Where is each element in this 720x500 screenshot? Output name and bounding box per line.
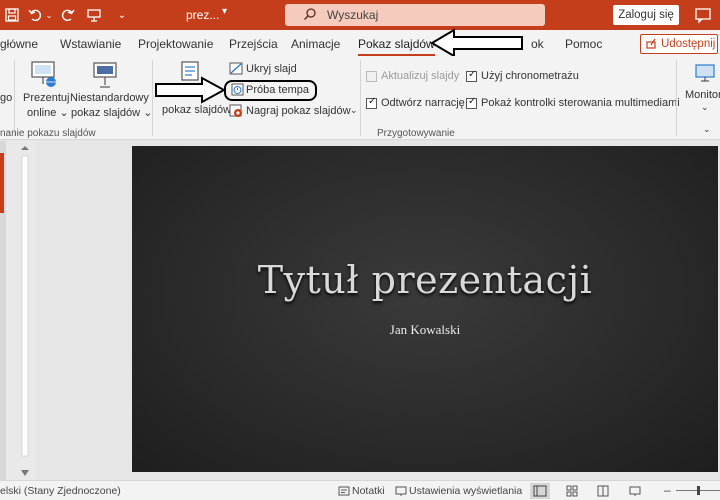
selected-thumbnail-marker (0, 153, 4, 213)
play-narrations-label[interactable]: Odtwórz narrację (381, 97, 465, 109)
title-bar: ⌄ ⌄ prez... ▾ Wyszukaj Zaloguj się (0, 0, 720, 30)
custom-show-label-1[interactable]: Niestandardowy (70, 92, 149, 104)
ribbon: go Prezentuj online ⌄ Niestandardowy pok… (0, 56, 720, 140)
play-narrations-checkbox[interactable] (366, 96, 377, 109)
share-icon (646, 38, 656, 49)
record-show-label[interactable]: Nagraj pokaz slajdów (246, 105, 351, 117)
hide-slide-label[interactable]: Ukryj slajd (246, 63, 297, 75)
slide-canvas[interactable]: Tytuł prezentacji Jan Kowalski (132, 146, 718, 472)
tab-slide-show[interactable]: Pokaz slajdów (358, 37, 435, 57)
tab-review[interactable]: ok (531, 37, 544, 51)
notes-icon[interactable] (338, 485, 350, 497)
zoom-slider-thumb[interactable] (697, 486, 700, 495)
login-button[interactable]: Zaloguj się (613, 5, 679, 25)
present-online-label-2[interactable]: online ⌄ (27, 106, 69, 119)
redo-icon[interactable] (60, 5, 76, 25)
monitor-icon[interactable] (694, 62, 716, 84)
annotation-arrow-icon (430, 28, 523, 58)
present-online-label-1[interactable]: Prezentuj (23, 92, 69, 104)
feedback-icon[interactable] (694, 6, 712, 24)
update-slides-checkbox (366, 71, 377, 82)
search-icon (304, 8, 316, 20)
group-label-setup: Przygotowywanie (377, 128, 455, 139)
update-slides-label: Aktualizuj slajdy (381, 70, 460, 82)
annotation-arrow-icon (155, 76, 226, 104)
share-button[interactable]: Udostępnij (640, 34, 718, 54)
slideshow-view-icon[interactable] (629, 485, 641, 497)
tab-home[interactable]: główne (0, 37, 38, 51)
notes-button[interactable]: Notatki (352, 485, 385, 497)
slide-title[interactable]: Tytuł prezentacji (132, 258, 718, 302)
document-title[interactable]: prez... (186, 8, 219, 22)
hide-slide-icon[interactable] (229, 62, 243, 75)
normal-view-icon[interactable] (530, 483, 550, 499)
tab-insert[interactable]: Wstawianie (60, 37, 121, 51)
language-indicator[interactable]: elski (Stany Zjednoczone) (0, 485, 121, 497)
display-settings-icon[interactable] (395, 485, 407, 497)
custom-show-label-2[interactable]: pokaz slajdów ⌄ (71, 106, 152, 119)
save-icon[interactable] (4, 5, 20, 25)
customize-toolbar-icon[interactable]: ⌄ (116, 5, 128, 25)
start-from-beginning-icon[interactable] (86, 5, 102, 25)
tab-transitions[interactable]: Przejścia (229, 37, 278, 51)
tab-design[interactable]: Projektowanie (138, 37, 213, 51)
use-timings-label[interactable]: Użyj chronometrażu (481, 70, 579, 82)
partial-button-label[interactable]: go (0, 92, 12, 104)
undo-dropdown-icon[interactable]: ⌄ (45, 5, 53, 25)
search-box[interactable]: Wyszukaj (285, 4, 545, 26)
collapse-ribbon-icon[interactable]: ⌄ (703, 124, 711, 135)
divider (360, 60, 361, 136)
slide-sorter-icon[interactable] (566, 485, 578, 497)
reading-view-icon[interactable] (597, 485, 609, 497)
custom-show-icon[interactable] (92, 60, 118, 90)
tab-help[interactable]: Pomoc (565, 37, 602, 51)
rehearse-timings-icon[interactable] (231, 83, 244, 96)
slide-thumbnail[interactable] (0, 141, 6, 480)
zoom-out-button[interactable]: – (664, 483, 671, 497)
share-label: Udostępnij (661, 38, 716, 50)
monitor-label[interactable]: Monitor (685, 89, 720, 101)
search-placeholder: Wyszukaj (327, 8, 379, 22)
use-timings-checkbox[interactable] (466, 69, 477, 82)
record-dropdown-icon[interactable]: ⌄ (350, 105, 358, 116)
group-label-start: nanie pokazu slajdów (0, 128, 96, 139)
divider (152, 60, 153, 136)
slides-pane-scrollbar[interactable] (18, 146, 32, 476)
monitor-dropdown-icon[interactable]: ⌄ (701, 102, 709, 113)
status-bar: elski (Stany Zjednoczone) Notatki Ustawi… (0, 480, 720, 500)
present-online-icon[interactable] (30, 60, 58, 90)
rehearse-timings-label[interactable]: Próba tempa (246, 84, 309, 96)
divider (14, 60, 15, 136)
display-settings-button[interactable]: Ustawienia wyświetlania (409, 485, 522, 497)
show-media-controls-label[interactable]: Pokaż kontrolki sterowania multimediami (481, 97, 680, 109)
title-dropdown-icon[interactable]: ▾ (222, 6, 227, 17)
setup-show-label[interactable]: pokaz slajdów (162, 104, 231, 116)
slide-subtitle[interactable]: Jan Kowalski (132, 322, 718, 338)
record-show-icon[interactable] (229, 104, 243, 118)
show-media-controls-checkbox[interactable] (466, 96, 477, 109)
ribbon-tabs: główne Wstawianie Projektowanie Przejści… (0, 30, 720, 57)
divider (676, 60, 677, 136)
tab-animations[interactable]: Animacje (291, 37, 340, 51)
undo-icon[interactable] (27, 5, 43, 25)
